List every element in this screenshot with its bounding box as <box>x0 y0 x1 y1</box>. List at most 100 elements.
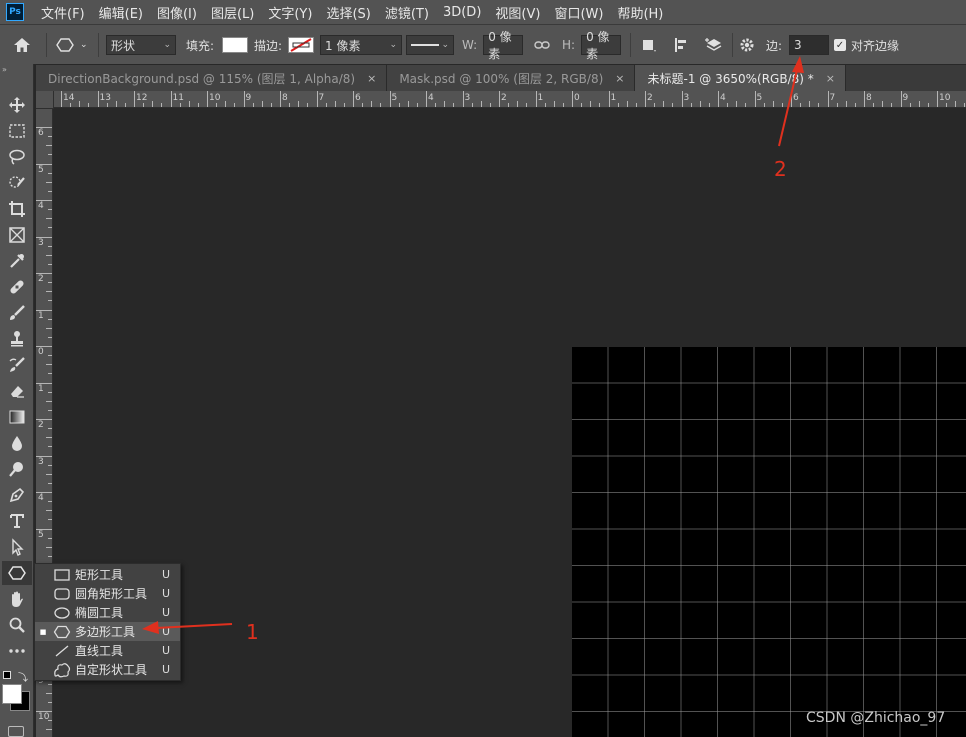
path-arrangement-icon[interactable] <box>704 25 724 65</box>
ruler-major-tick <box>134 91 135 107</box>
ruler-minor-tick <box>371 101 373 107</box>
tab-directionbackground[interactable]: DirectionBackground.psd @ 115% (图层 1, Al… <box>36 65 388 91</box>
height-field[interactable]: 0 像素 <box>581 30 622 61</box>
collapse-panel-icon[interactable]: » <box>2 65 7 74</box>
default-colors-icon[interactable] <box>3 671 11 679</box>
ruler-major-tick <box>207 91 208 107</box>
stroke-swatch[interactable] <box>288 37 315 53</box>
ruler-minor-tick <box>526 103 528 107</box>
ruler-minor-tick <box>48 282 52 284</box>
history-brush-tool-icon[interactable] <box>2 353 32 377</box>
ruler-minor-tick <box>48 537 52 539</box>
ruler-minor-tick <box>46 181 52 183</box>
menu-help[interactable]: 帮助(H) <box>610 3 670 22</box>
menu-filter[interactable]: 滤镜(T) <box>378 3 436 22</box>
ruler-minor-tick <box>325 103 327 107</box>
options-bar: ⌄ 形状 ⌄ 填充: 描边: 1 像素 ⌄ ⌄ W: 0 像素 H: 0 像素 … <box>0 24 966 64</box>
menu-image[interactable]: 图像(I) <box>150 3 204 22</box>
ruler-minor-tick <box>48 336 52 338</box>
foreground-color-swatch[interactable] <box>2 684 22 704</box>
lasso-tool-icon[interactable] <box>2 145 32 169</box>
close-icon[interactable]: × <box>615 72 624 85</box>
more-tools-icon[interactable] <box>2 639 32 663</box>
healing-brush-tool-icon[interactable] <box>2 275 32 299</box>
gear-icon[interactable] <box>738 25 756 65</box>
flyout-polygon-tool[interactable]: ■ 多边形工具 U <box>35 622 180 641</box>
width-field[interactable]: 0 像素 <box>483 30 524 61</box>
flyout-custom-shape-tool[interactable]: 自定形状工具 U <box>35 660 180 679</box>
shortcut-key: U <box>162 663 171 676</box>
menu-3d[interactable]: 3D(D) <box>436 5 488 20</box>
fill-swatch[interactable] <box>222 37 249 53</box>
blur-tool-icon[interactable] <box>2 431 32 455</box>
tab-mask[interactable]: Mask.psd @ 100% (图层 2, RGB/8) × <box>387 65 636 91</box>
menu-file[interactable]: 文件(F) <box>34 3 92 22</box>
custom-shape-icon <box>51 662 73 678</box>
flyout-line-tool[interactable]: 直线工具 U <box>35 641 180 660</box>
dodge-tool-icon[interactable] <box>2 457 32 481</box>
marquee-tool-icon[interactable] <box>2 119 32 143</box>
tab-untitled-1[interactable]: 未标题-1 @ 3650%(RGB/8) * × <box>635 65 846 91</box>
ruler-minor-tick <box>48 428 52 430</box>
path-selection-tool-icon[interactable] <box>2 535 32 559</box>
ruler-minor-tick <box>800 103 802 107</box>
document-canvas[interactable] <box>572 347 966 737</box>
flyout-item-label: 圆角矩形工具 <box>75 587 148 601</box>
sides-field[interactable]: 3 <box>789 35 829 55</box>
eraser-tool-icon[interactable] <box>2 379 32 403</box>
ruler-label: 1 <box>537 93 544 103</box>
close-icon[interactable]: × <box>826 72 835 85</box>
clone-stamp-tool-icon[interactable] <box>2 327 32 351</box>
tab-label: 未标题-1 @ 3650%(RGB/8) * <box>647 71 814 86</box>
menu-edit[interactable]: 编辑(E) <box>92 3 150 22</box>
ruler-label: 10 <box>939 93 951 103</box>
ruler-label: 5 <box>391 93 398 103</box>
menu-bar: Ps 文件(F) 编辑(E) 图像(I) 图层(L) 文字(Y) 选择(S) 滤… <box>0 0 966 24</box>
eyedropper-tool-icon[interactable] <box>2 249 32 273</box>
selection-dot: ■ <box>39 627 47 636</box>
menu-type[interactable]: 文字(Y) <box>261 3 319 22</box>
pen-tool-icon[interactable] <box>2 483 32 507</box>
ruler-origin[interactable] <box>36 91 54 109</box>
brush-tool-icon[interactable] <box>2 301 32 325</box>
flyout-rounded-rectangle-tool[interactable]: 圆角矩形工具 U <box>35 584 180 603</box>
frame-tool-icon[interactable] <box>2 223 32 247</box>
flyout-rectangle-tool[interactable]: 矩形工具 U <box>35 565 180 584</box>
ruler-minor-tick <box>845 101 847 107</box>
ruler-label: 5 <box>38 164 44 175</box>
ruler-minor-tick <box>48 409 52 411</box>
menu-select[interactable]: 选择(S) <box>319 3 377 22</box>
quick-selection-tool-icon[interactable] <box>2 171 32 195</box>
ruler-minor-tick <box>736 101 738 107</box>
ruler-minor-tick <box>261 101 263 107</box>
polygon-tool-icon[interactable] <box>2 561 32 585</box>
ruler-minor-tick <box>909 103 911 107</box>
stroke-type-dropdown[interactable]: ⌄ <box>406 35 454 55</box>
ruler-minor-tick <box>48 318 52 320</box>
mode-dropdown[interactable]: 形状 ⌄ <box>106 35 176 55</box>
menu-layer[interactable]: 图层(L) <box>204 3 261 22</box>
move-tool-icon[interactable] <box>2 93 32 117</box>
ruler-major-tick <box>791 91 792 107</box>
swap-colors-icon[interactable]: ⤵ <box>18 669 28 684</box>
stroke-width-field[interactable]: 1 像素 ⌄ <box>320 35 402 55</box>
path-operations-icon[interactable] <box>640 25 658 65</box>
close-icon[interactable]: × <box>367 72 376 85</box>
gradient-tool-icon[interactable] <box>2 405 32 429</box>
menu-window[interactable]: 窗口(W) <box>547 3 610 22</box>
path-alignment-icon[interactable] <box>672 25 690 65</box>
align-edges-checkbox[interactable]: ✓ <box>834 39 846 51</box>
tool-preset-picker[interactable]: ⌄ <box>56 25 88 65</box>
stroke-line-preview <box>411 44 439 46</box>
hand-tool-icon[interactable] <box>2 587 32 611</box>
flyout-ellipse-tool[interactable]: 椭圆工具 U <box>35 603 180 622</box>
crop-tool-icon[interactable] <box>2 197 32 221</box>
quick-mask-icon[interactable] <box>8 726 24 737</box>
photoshop-logo-icon[interactable]: Ps <box>6 3 24 21</box>
type-tool-icon[interactable] <box>2 509 32 533</box>
ruler-major-tick <box>499 91 500 107</box>
zoom-tool-icon[interactable] <box>2 613 32 637</box>
link-icon[interactable] <box>534 25 550 65</box>
home-icon[interactable] <box>12 25 32 65</box>
menu-view[interactable]: 视图(V) <box>488 3 547 22</box>
